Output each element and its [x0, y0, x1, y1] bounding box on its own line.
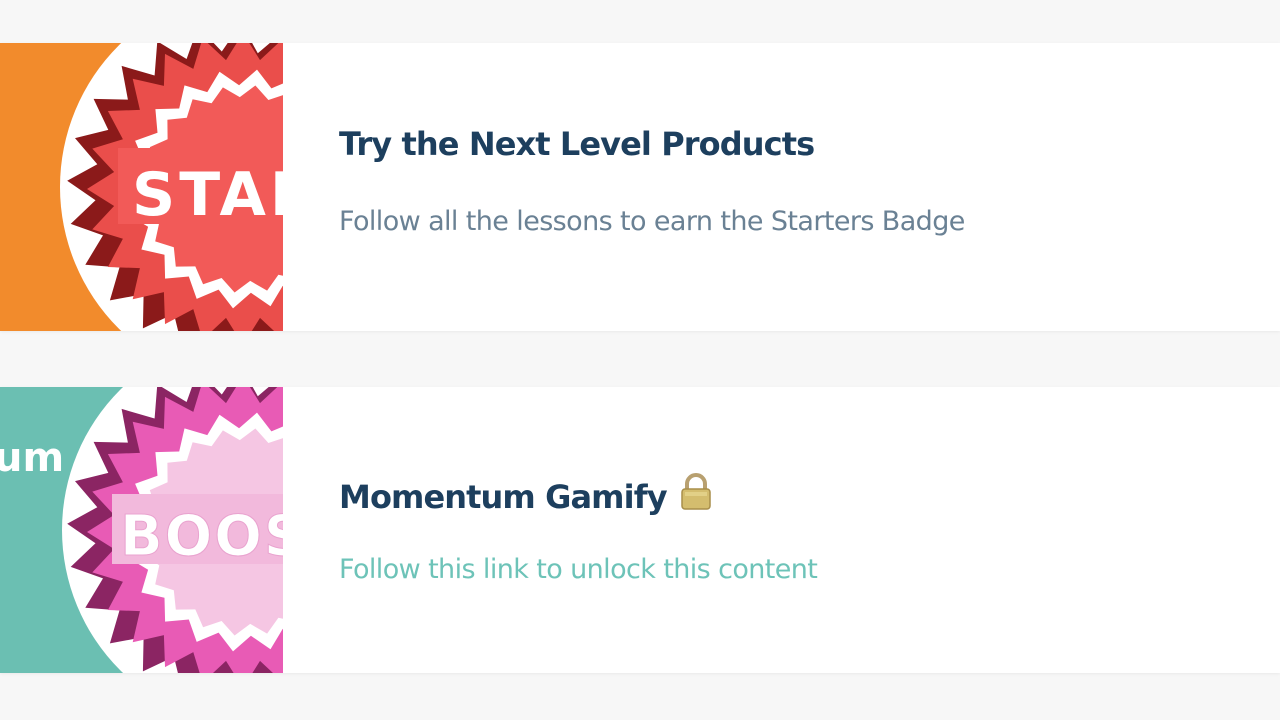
unlock-content-link[interactable]: Follow this link to unlock this content [339, 554, 818, 585]
course-card-next-level[interactable]: STAR Try the Next Level Products Follow … [0, 43, 1280, 331]
course-thumbnail[interactable]: um BOOS [0, 387, 283, 673]
course-thumbnail[interactable]: STAR [0, 43, 283, 331]
svg-text:BOOS: BOOS [120, 504, 283, 569]
course-title[interactable]: Try the Next Level Products [339, 125, 815, 163]
boost-badge-icon: um BOOS [0, 387, 283, 673]
starters-badge-icon: STAR [0, 43, 283, 331]
course-title-text[interactable]: Momentum Gamify [339, 478, 668, 516]
course-title[interactable]: Momentum Gamify [339, 473, 713, 519]
svg-text:STAR: STAR [132, 160, 283, 230]
course-card-momentum-gamify[interactable]: um BOOS Momentum Gamify Follow this link… [0, 387, 1280, 673]
course-description: Follow all the lessons to earn the Start… [339, 206, 965, 237]
lock-icon [679, 473, 713, 519]
svg-text:um: um [0, 435, 64, 481]
